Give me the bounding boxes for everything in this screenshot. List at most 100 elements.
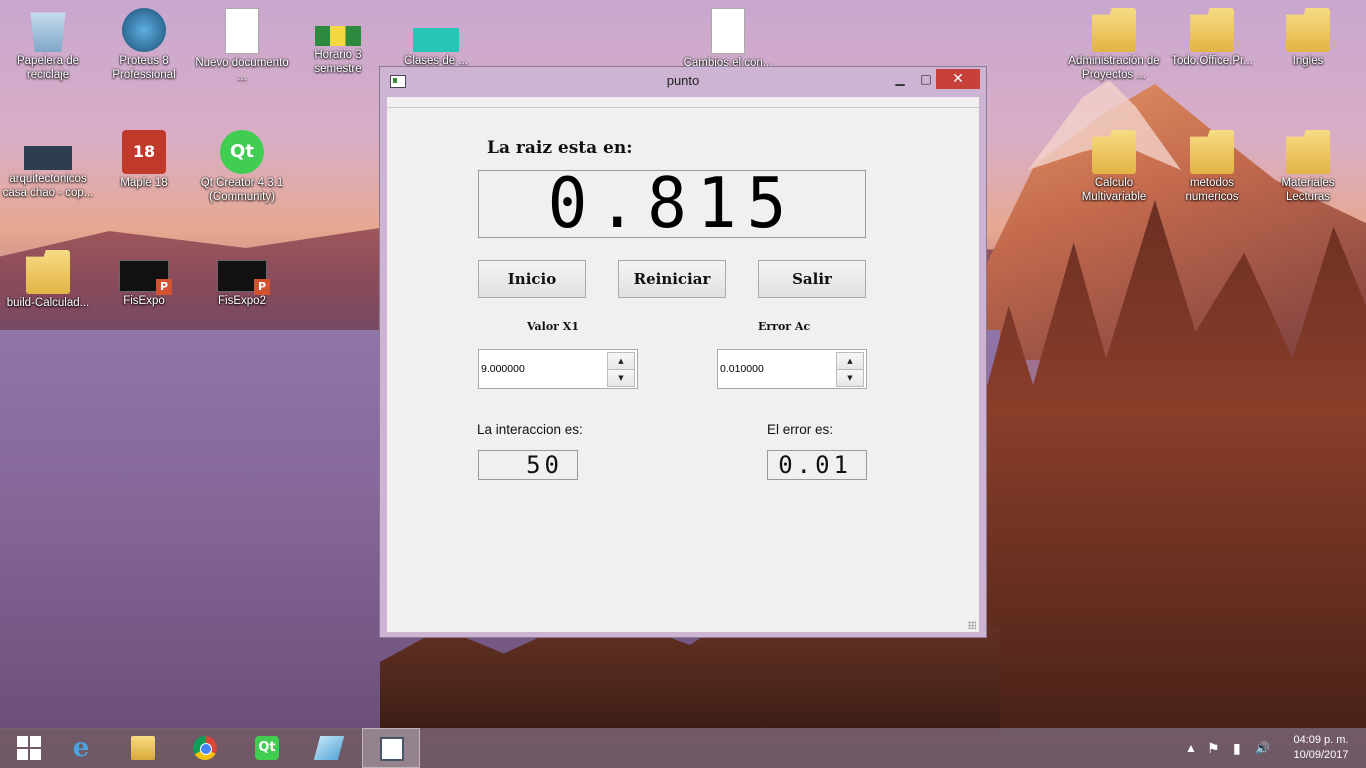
x1-value[interactable]: 9.000000 [481, 363, 525, 375]
tray-show-hidden-icon[interactable]: ▲ [1185, 728, 1197, 768]
desktop-icon-recycle-bin[interactable]: Papelera de reciclaje [0, 8, 96, 82]
error-result-label: El error es: [767, 422, 834, 437]
desktop-icon-horario[interactable]: Horario 3 semestre [290, 8, 386, 76]
maple-icon: 18 [122, 130, 166, 174]
iteration-label: La interaccion es: [477, 422, 583, 437]
powerpoint-file-icon [119, 260, 172, 295]
windows-logo-icon [17, 736, 41, 760]
clock-time: 04:09 p. m. [1293, 734, 1349, 746]
crystal-app-icon [313, 736, 345, 760]
error-ac-spinbox[interactable]: 0.010000 ▲ ▼ [717, 349, 867, 389]
desktop-icon-build[interactable]: build-Calculad... [0, 250, 96, 310]
desktop-icon-ingles[interactable]: Ingles [1260, 8, 1356, 68]
battery-icon[interactable]: ▮ [1233, 728, 1241, 768]
root-lcd-display: 0.815 [478, 163, 866, 244]
minimize-button[interactable]: ▁ [887, 69, 913, 89]
desktop-icon-arquitectonicos[interactable]: arquitectonicos casa chao - cop... [0, 130, 96, 200]
x1-label: Valor X1 [527, 320, 579, 333]
proteus-icon [122, 8, 166, 52]
taskbar-internet-explorer[interactable]: e [52, 728, 110, 768]
start-button[interactable]: Inicio [478, 260, 586, 298]
start-button[interactable] [0, 728, 58, 768]
desktop-icon-label: Qt Creator 4.3.1 (Community) [200, 177, 284, 203]
desktop-icon-label: Papelera de reciclaje [16, 55, 80, 81]
resize-grip-icon[interactable] [968, 621, 976, 629]
volume-icon[interactable]: 🔊 [1255, 728, 1270, 768]
taskbar-qt-creator[interactable]: Qt [238, 728, 296, 768]
desktop-icon-label: Maple 18 [120, 177, 168, 189]
taskbar-crystal-app[interactable] [300, 728, 358, 768]
desktop-icon-maple[interactable]: 18 Maple 18 [96, 130, 192, 190]
root-value: 0.815 [547, 163, 797, 244]
folder-icon [1286, 8, 1330, 52]
desktop-icon-administracion[interactable]: Administración de Proyectos ... [1066, 8, 1162, 82]
desktop-icon-metodos[interactable]: metodos numericos [1164, 130, 1260, 204]
taskbar-punto[interactable] [362, 728, 420, 768]
root-heading: La raiz esta en: [487, 138, 633, 158]
qt-creator-icon: Qt [220, 130, 264, 174]
powerpoint-file-icon [413, 28, 459, 52]
excel-file-icon [315, 26, 361, 46]
desktop-icon-label: Todo.Office.Pr... [1171, 55, 1253, 67]
folder-icon [1190, 130, 1234, 174]
desktop-icon-fisexpo[interactable]: FisExpo [96, 250, 192, 308]
clock-date: 10/09/2017 [1293, 749, 1349, 761]
app-client-area: La raiz esta en: 0.815 Inicio Reiniciar … [387, 108, 979, 632]
desktop-icon-calculo[interactable]: Calculo Multivariable [1066, 130, 1162, 204]
error-ac-value[interactable]: 0.010000 [720, 363, 764, 375]
desktop-icon-cambios[interactable]: Cambios el con... [680, 8, 776, 70]
menu-bar[interactable] [387, 97, 979, 108]
flag-icon[interactable]: ⚑ [1207, 728, 1220, 768]
file-explorer-icon [131, 736, 155, 760]
iteration-lcd-display: 50 [478, 450, 578, 480]
desktop-icon-label: Nuevo documento ... [195, 57, 289, 83]
clock[interactable]: 04:09 p. m. 10/09/2017 [1286, 733, 1356, 763]
desktop-icon-label: build-Calculad... [6, 297, 90, 309]
desktop-icon-label: arquitectonicos casa chao - cop... [2, 173, 94, 199]
desktop-icon-label: Administración de Proyectos ... [1068, 55, 1160, 81]
desktop-icon-materiales[interactable]: Materiales Lecturas [1260, 130, 1356, 204]
taskbar: e Qt ▲ ⚑ ▮ 🔊 04:09 p. m. 10/09/2017 [0, 728, 1366, 768]
taskbar-file-explorer[interactable] [114, 728, 172, 768]
punto-app-icon [380, 737, 404, 761]
desktop-icon-label: Materiales Lecturas [1281, 177, 1335, 203]
desktop-icon-label: Calculo Multivariable [1081, 177, 1147, 203]
error-ac-increment-button[interactable]: ▲ [836, 352, 864, 370]
folder-icon [1092, 8, 1136, 52]
desktop-icon-label: FisExpo2 [218, 295, 266, 307]
exit-button[interactable]: Salir [758, 260, 866, 298]
desktop-icon-label: metodos numericos [1185, 177, 1239, 203]
autocad-file-icon [24, 146, 72, 170]
x1-decrement-button[interactable]: ▼ [607, 369, 635, 387]
x1-increment-button[interactable]: ▲ [607, 352, 635, 370]
error-lcd-display: 0.01 [767, 450, 867, 480]
close-button[interactable]: ✕ [936, 69, 980, 89]
document-icon [711, 8, 745, 54]
folder-icon [1286, 130, 1330, 174]
desktop-icon-label: Ingles [1292, 55, 1324, 67]
title-bar[interactable]: punto ▁ □ ✕ [380, 67, 986, 95]
qt-creator-icon: Qt [255, 736, 279, 760]
desktop-icon-todo-office[interactable]: Todo.Office.Pr... [1164, 8, 1260, 68]
desktop-icon-label: FisExpo [123, 295, 165, 307]
x1-spinbox[interactable]: 9.000000 ▲ ▼ [478, 349, 638, 389]
desktop-icon-label: Proteus 8 Professional [112, 55, 176, 81]
reset-button[interactable]: Reiniciar [618, 260, 726, 298]
desktop-icon-clases[interactable]: Clases de ... [388, 8, 484, 68]
recycle-bin-icon [30, 12, 66, 52]
document-icon [225, 8, 259, 54]
desktop-icon-label: Horario 3 semestre [314, 49, 362, 75]
chrome-icon [193, 736, 217, 760]
powerpoint-file-icon [217, 260, 270, 295]
error-ac-label: Error Ac [758, 320, 811, 333]
folder-icon [1190, 8, 1234, 52]
desktop-icon-nuevo-documento[interactable]: Nuevo documento ... [194, 8, 290, 84]
desktop-icon-fisexpo2[interactable]: FisExpo2 [194, 250, 290, 308]
app-window: punto ▁ □ ✕ La raiz esta en: 0.815 Inici… [379, 66, 987, 638]
error-ac-decrement-button[interactable]: ▼ [836, 369, 864, 387]
folder-icon [1092, 130, 1136, 174]
desktop-icon-proteus[interactable]: Proteus 8 Professional [96, 8, 192, 82]
desktop-icon-qt-creator[interactable]: Qt Qt Creator 4.3.1 (Community) [194, 130, 290, 204]
internet-explorer-icon: e [72, 733, 90, 763]
taskbar-chrome[interactable] [176, 728, 234, 768]
